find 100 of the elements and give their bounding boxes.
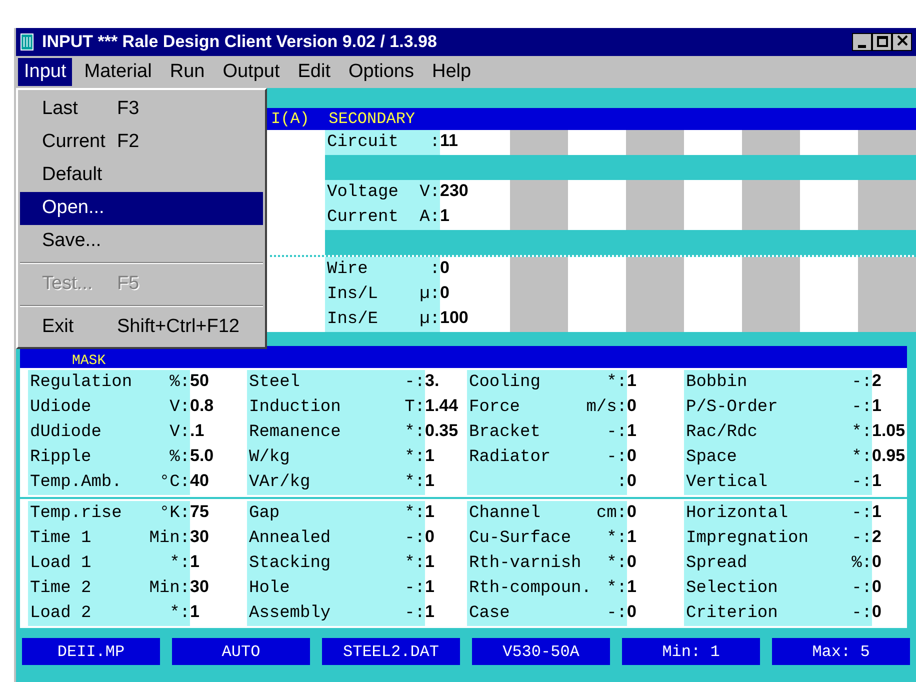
grid-stripe (858, 307, 916, 332)
menu-option[interactable]: Open... (20, 192, 263, 225)
field-value[interactable]: 0 (627, 551, 684, 576)
grid-stripe (626, 205, 684, 230)
grid-stripe (742, 180, 800, 205)
menu-item[interactable]: Options (342, 58, 420, 86)
field-value[interactable]: 30 (190, 526, 247, 551)
field-value[interactable]: 1 (425, 501, 467, 526)
field-label: Spread %: (684, 551, 872, 576)
field-value[interactable]: 0 (440, 282, 510, 307)
field-value[interactable]: 1 (627, 370, 684, 395)
field-value[interactable]: 0 (627, 395, 684, 420)
field-value[interactable]: 0 (627, 501, 684, 526)
menu-item[interactable]: Run (164, 58, 211, 86)
field-label: Gap *: (247, 501, 425, 526)
field-label: Temp.rise °K: (28, 501, 190, 526)
field-value[interactable]: 0 (872, 601, 907, 626)
field-label: Rac/Rdc *: (684, 420, 872, 445)
field-value[interactable]: 1 (425, 445, 467, 470)
field-value[interactable]: 11 (440, 130, 510, 155)
field-value[interactable]: 1 (872, 470, 907, 495)
field-value[interactable]: 1 (872, 501, 907, 526)
field-value[interactable]: 1 (190, 551, 247, 576)
field-value[interactable]: 0 (627, 601, 684, 626)
menu-option[interactable]: Exit Shift+Ctrl+F12 (20, 311, 263, 344)
field-value[interactable]: 1 (872, 395, 907, 420)
field-label: Channel cm: (467, 501, 627, 526)
field-value[interactable]: 1 (425, 470, 467, 495)
field-value[interactable]: 0.35 (425, 420, 467, 445)
menu-option[interactable]: Current F2 (20, 126, 263, 159)
field-label: Steel -: (247, 370, 425, 395)
menu-item[interactable]: Edit (292, 58, 336, 86)
field-value[interactable]: 2 (872, 526, 907, 551)
panel-title: MASK (72, 354, 106, 368)
status-field: AUTO (172, 638, 310, 665)
field-value[interactable]: 1 (425, 551, 467, 576)
field-label: W/kg *: (247, 445, 425, 470)
field-value[interactable]: 1 (425, 601, 467, 626)
field-value[interactable]: 1 (627, 420, 684, 445)
menu-option[interactable]: Save... (20, 225, 263, 258)
field-value[interactable]: 0 (872, 551, 907, 576)
minimize-button[interactable] (852, 33, 872, 51)
field-value[interactable]: 0 (425, 526, 467, 551)
field-value[interactable]: 0 (872, 576, 907, 601)
field-value[interactable]: 50 (190, 370, 247, 395)
field-label: Current A: (325, 205, 440, 230)
close-button[interactable] (892, 33, 912, 51)
field-value[interactable]: 0.8 (190, 395, 247, 420)
menu-item[interactable]: Output (216, 58, 286, 86)
status-field: Max: 5 (772, 638, 910, 665)
field-value[interactable]: 3. (425, 370, 467, 395)
menu-item[interactable]: Help (426, 58, 478, 86)
field-value[interactable]: 1.05 (872, 420, 907, 445)
field-value[interactable]: 0 (627, 470, 684, 495)
field-value[interactable]: 1 (425, 576, 467, 601)
field-value[interactable]: 2 (872, 370, 907, 395)
minimize-icon (858, 45, 866, 48)
menu-item[interactable]: Material (78, 58, 158, 86)
grid-stripe (510, 180, 568, 205)
field-value[interactable]: .1 (190, 420, 247, 445)
field-label: VAr/kg *: (247, 470, 425, 495)
field-value[interactable]: 1 (440, 205, 510, 230)
field-label: dUdiode V: (28, 420, 190, 445)
field-value[interactable]: 5.0 (190, 445, 247, 470)
field-label: Voltage V: (325, 180, 440, 205)
menu-item[interactable]: Input (18, 58, 72, 86)
field-label: Hole -: (247, 576, 425, 601)
status-field: Min: 1 (622, 638, 760, 665)
field-value[interactable]: 1.44 (425, 395, 467, 420)
field-value[interactable]: 0 (440, 257, 510, 282)
field-value[interactable]: 30 (190, 576, 247, 601)
field-value[interactable]: 0 (627, 445, 684, 470)
field-value[interactable]: 1 (627, 526, 684, 551)
app-icon (20, 33, 34, 51)
field-value[interactable]: 100 (440, 307, 510, 332)
field-label: Bobbin -: (684, 370, 872, 395)
field-value[interactable]: 40 (190, 470, 247, 495)
field-label: Time 1 Min: (28, 526, 190, 551)
grid-stripe (858, 180, 916, 205)
field-label: Wire : (325, 257, 440, 282)
field-label: Cu-Surface *: (467, 526, 627, 551)
field-label: Force m/s: (467, 395, 627, 420)
field-label: Remanence *: (247, 420, 425, 445)
grid-stripe (742, 205, 800, 230)
field-value[interactable]: 0.95 (872, 445, 907, 470)
field-label: Temp.Amb. °C: (28, 470, 190, 495)
grid-stripe (742, 130, 800, 155)
field-label: Load 2 *: (28, 601, 190, 626)
field-label: Load 1 *: (28, 551, 190, 576)
grid-stripe (626, 307, 684, 332)
panel-title: I(A) SECONDARY (271, 109, 416, 130)
field-value[interactable]: 1 (190, 601, 247, 626)
maximize-button[interactable] (872, 33, 892, 51)
field-value[interactable]: 230 (440, 180, 510, 205)
menu-option[interactable]: Default (20, 159, 263, 192)
status-field: DEII.MP (22, 638, 160, 665)
grid-stripe (858, 130, 916, 155)
menu-option[interactable]: Last F3 (20, 93, 263, 126)
field-value[interactable]: 1 (627, 576, 684, 601)
field-value[interactable]: 75 (190, 501, 247, 526)
